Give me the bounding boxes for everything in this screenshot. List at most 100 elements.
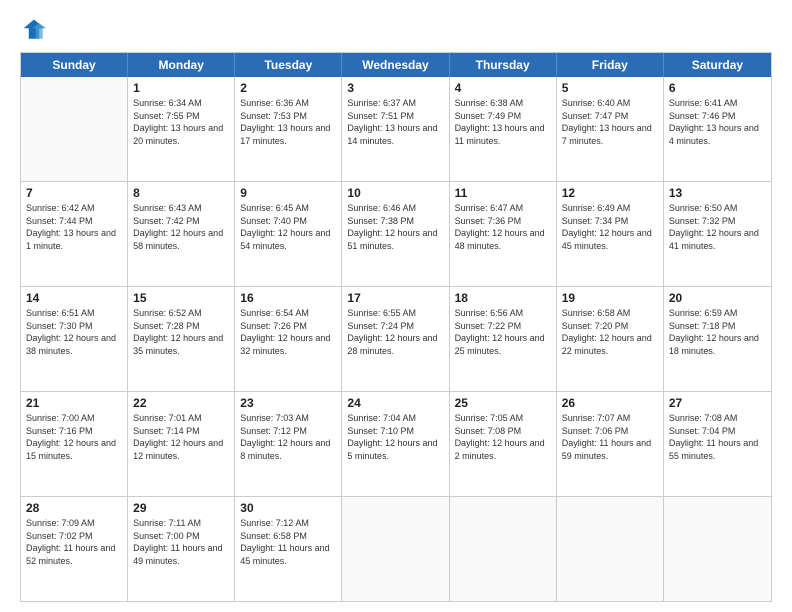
calendar-header: SundayMondayTuesdayWednesdayThursdayFrid… bbox=[21, 53, 771, 77]
header-cell-friday: Friday bbox=[557, 53, 664, 77]
day-number: 29 bbox=[133, 500, 229, 516]
cal-cell bbox=[342, 497, 449, 601]
cal-cell: 7Sunrise: 6:42 AM Sunset: 7:44 PM Daylig… bbox=[21, 182, 128, 286]
page: SundayMondayTuesdayWednesdayThursdayFrid… bbox=[0, 0, 792, 612]
day-number: 17 bbox=[347, 290, 443, 306]
day-info: Sunrise: 6:54 AM Sunset: 7:26 PM Dayligh… bbox=[240, 307, 336, 357]
day-info: Sunrise: 6:41 AM Sunset: 7:46 PM Dayligh… bbox=[669, 97, 766, 147]
cal-cell: 22Sunrise: 7:01 AM Sunset: 7:14 PM Dayli… bbox=[128, 392, 235, 496]
cal-cell: 11Sunrise: 6:47 AM Sunset: 7:36 PM Dayli… bbox=[450, 182, 557, 286]
day-number: 21 bbox=[26, 395, 122, 411]
cal-row-4: 28Sunrise: 7:09 AM Sunset: 7:02 PM Dayli… bbox=[21, 497, 771, 601]
cal-cell: 15Sunrise: 6:52 AM Sunset: 7:28 PM Dayli… bbox=[128, 287, 235, 391]
cal-cell: 24Sunrise: 7:04 AM Sunset: 7:10 PM Dayli… bbox=[342, 392, 449, 496]
day-info: Sunrise: 7:12 AM Sunset: 6:58 PM Dayligh… bbox=[240, 517, 336, 567]
day-info: Sunrise: 6:59 AM Sunset: 7:18 PM Dayligh… bbox=[669, 307, 766, 357]
day-number: 26 bbox=[562, 395, 658, 411]
day-number: 22 bbox=[133, 395, 229, 411]
cal-cell: 28Sunrise: 7:09 AM Sunset: 7:02 PM Dayli… bbox=[21, 497, 128, 601]
day-info: Sunrise: 6:36 AM Sunset: 7:53 PM Dayligh… bbox=[240, 97, 336, 147]
day-info: Sunrise: 6:56 AM Sunset: 7:22 PM Dayligh… bbox=[455, 307, 551, 357]
day-number: 15 bbox=[133, 290, 229, 306]
day-number: 3 bbox=[347, 80, 443, 96]
day-info: Sunrise: 7:09 AM Sunset: 7:02 PM Dayligh… bbox=[26, 517, 122, 567]
cal-cell: 30Sunrise: 7:12 AM Sunset: 6:58 PM Dayli… bbox=[235, 497, 342, 601]
day-number: 18 bbox=[455, 290, 551, 306]
cal-cell: 3Sunrise: 6:37 AM Sunset: 7:51 PM Daylig… bbox=[342, 77, 449, 181]
cal-cell: 19Sunrise: 6:58 AM Sunset: 7:20 PM Dayli… bbox=[557, 287, 664, 391]
calendar: SundayMondayTuesdayWednesdayThursdayFrid… bbox=[20, 52, 772, 602]
cal-cell: 4Sunrise: 6:38 AM Sunset: 7:49 PM Daylig… bbox=[450, 77, 557, 181]
day-info: Sunrise: 6:58 AM Sunset: 7:20 PM Dayligh… bbox=[562, 307, 658, 357]
day-info: Sunrise: 6:51 AM Sunset: 7:30 PM Dayligh… bbox=[26, 307, 122, 357]
cal-cell: 9Sunrise: 6:45 AM Sunset: 7:40 PM Daylig… bbox=[235, 182, 342, 286]
day-info: Sunrise: 7:08 AM Sunset: 7:04 PM Dayligh… bbox=[669, 412, 766, 462]
day-info: Sunrise: 6:37 AM Sunset: 7:51 PM Dayligh… bbox=[347, 97, 443, 147]
cal-cell bbox=[664, 497, 771, 601]
day-number: 10 bbox=[347, 185, 443, 201]
cal-cell: 12Sunrise: 6:49 AM Sunset: 7:34 PM Dayli… bbox=[557, 182, 664, 286]
day-info: Sunrise: 6:43 AM Sunset: 7:42 PM Dayligh… bbox=[133, 202, 229, 252]
cal-cell: 17Sunrise: 6:55 AM Sunset: 7:24 PM Dayli… bbox=[342, 287, 449, 391]
day-number: 28 bbox=[26, 500, 122, 516]
day-number: 12 bbox=[562, 185, 658, 201]
day-info: Sunrise: 6:55 AM Sunset: 7:24 PM Dayligh… bbox=[347, 307, 443, 357]
day-number: 25 bbox=[455, 395, 551, 411]
day-number: 13 bbox=[669, 185, 766, 201]
cal-cell: 1Sunrise: 6:34 AM Sunset: 7:55 PM Daylig… bbox=[128, 77, 235, 181]
day-number: 2 bbox=[240, 80, 336, 96]
cal-cell bbox=[557, 497, 664, 601]
logo-icon bbox=[20, 16, 48, 44]
cal-cell: 29Sunrise: 7:11 AM Sunset: 7:00 PM Dayli… bbox=[128, 497, 235, 601]
cal-row-2: 14Sunrise: 6:51 AM Sunset: 7:30 PM Dayli… bbox=[21, 287, 771, 392]
day-info: Sunrise: 7:03 AM Sunset: 7:12 PM Dayligh… bbox=[240, 412, 336, 462]
day-info: Sunrise: 6:49 AM Sunset: 7:34 PM Dayligh… bbox=[562, 202, 658, 252]
cal-cell: 2Sunrise: 6:36 AM Sunset: 7:53 PM Daylig… bbox=[235, 77, 342, 181]
day-number: 20 bbox=[669, 290, 766, 306]
day-info: Sunrise: 6:34 AM Sunset: 7:55 PM Dayligh… bbox=[133, 97, 229, 147]
day-number: 1 bbox=[133, 80, 229, 96]
header-cell-saturday: Saturday bbox=[664, 53, 771, 77]
header bbox=[20, 16, 772, 44]
day-info: Sunrise: 6:46 AM Sunset: 7:38 PM Dayligh… bbox=[347, 202, 443, 252]
cal-row-3: 21Sunrise: 7:00 AM Sunset: 7:16 PM Dayli… bbox=[21, 392, 771, 497]
day-number: 19 bbox=[562, 290, 658, 306]
day-number: 14 bbox=[26, 290, 122, 306]
cal-cell: 25Sunrise: 7:05 AM Sunset: 7:08 PM Dayli… bbox=[450, 392, 557, 496]
day-info: Sunrise: 6:40 AM Sunset: 7:47 PM Dayligh… bbox=[562, 97, 658, 147]
day-number: 5 bbox=[562, 80, 658, 96]
day-number: 7 bbox=[26, 185, 122, 201]
day-number: 23 bbox=[240, 395, 336, 411]
cal-cell: 16Sunrise: 6:54 AM Sunset: 7:26 PM Dayli… bbox=[235, 287, 342, 391]
day-info: Sunrise: 7:11 AM Sunset: 7:00 PM Dayligh… bbox=[133, 517, 229, 567]
day-info: Sunrise: 7:05 AM Sunset: 7:08 PM Dayligh… bbox=[455, 412, 551, 462]
cal-cell: 23Sunrise: 7:03 AM Sunset: 7:12 PM Dayli… bbox=[235, 392, 342, 496]
logo bbox=[20, 16, 52, 44]
cal-row-1: 7Sunrise: 6:42 AM Sunset: 7:44 PM Daylig… bbox=[21, 182, 771, 287]
day-info: Sunrise: 7:04 AM Sunset: 7:10 PM Dayligh… bbox=[347, 412, 443, 462]
day-number: 27 bbox=[669, 395, 766, 411]
cal-cell bbox=[21, 77, 128, 181]
cal-cell: 6Sunrise: 6:41 AM Sunset: 7:46 PM Daylig… bbox=[664, 77, 771, 181]
cal-cell: 5Sunrise: 6:40 AM Sunset: 7:47 PM Daylig… bbox=[557, 77, 664, 181]
header-cell-wednesday: Wednesday bbox=[342, 53, 449, 77]
day-number: 4 bbox=[455, 80, 551, 96]
cal-cell: 8Sunrise: 6:43 AM Sunset: 7:42 PM Daylig… bbox=[128, 182, 235, 286]
day-info: Sunrise: 6:52 AM Sunset: 7:28 PM Dayligh… bbox=[133, 307, 229, 357]
day-number: 8 bbox=[133, 185, 229, 201]
cal-row-0: 1Sunrise: 6:34 AM Sunset: 7:55 PM Daylig… bbox=[21, 77, 771, 182]
day-info: Sunrise: 6:47 AM Sunset: 7:36 PM Dayligh… bbox=[455, 202, 551, 252]
day-number: 9 bbox=[240, 185, 336, 201]
cal-cell: 14Sunrise: 6:51 AM Sunset: 7:30 PM Dayli… bbox=[21, 287, 128, 391]
day-info: Sunrise: 6:38 AM Sunset: 7:49 PM Dayligh… bbox=[455, 97, 551, 147]
day-info: Sunrise: 7:00 AM Sunset: 7:16 PM Dayligh… bbox=[26, 412, 122, 462]
header-cell-thursday: Thursday bbox=[450, 53, 557, 77]
day-number: 30 bbox=[240, 500, 336, 516]
day-number: 16 bbox=[240, 290, 336, 306]
cal-cell: 26Sunrise: 7:07 AM Sunset: 7:06 PM Dayli… bbox=[557, 392, 664, 496]
cal-cell: 21Sunrise: 7:00 AM Sunset: 7:16 PM Dayli… bbox=[21, 392, 128, 496]
cal-cell bbox=[450, 497, 557, 601]
header-cell-sunday: Sunday bbox=[21, 53, 128, 77]
cal-cell: 18Sunrise: 6:56 AM Sunset: 7:22 PM Dayli… bbox=[450, 287, 557, 391]
day-info: Sunrise: 7:01 AM Sunset: 7:14 PM Dayligh… bbox=[133, 412, 229, 462]
